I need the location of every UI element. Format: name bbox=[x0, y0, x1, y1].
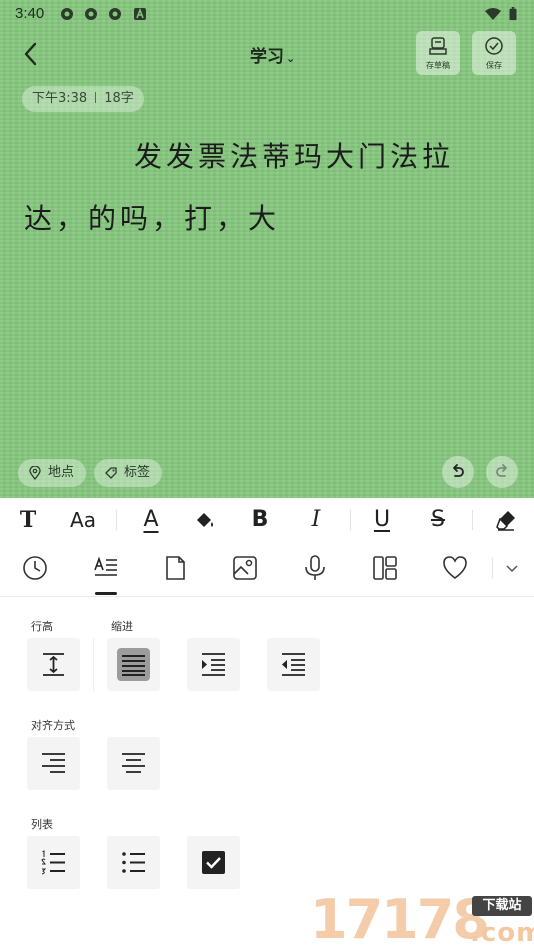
note-content[interactable]: 发发票法蒂玛大门法拉达，的吗，打，大 bbox=[24, 126, 494, 250]
indent-decrease-icon bbox=[282, 653, 305, 676]
bold-button[interactable]: B bbox=[240, 498, 280, 542]
app-notification-icon bbox=[85, 8, 97, 20]
strikethrough-button[interactable]: S bbox=[418, 498, 458, 542]
justify-lines-icon bbox=[122, 655, 145, 676]
numbered-list-icon bbox=[41, 850, 65, 875]
align-center-button[interactable] bbox=[107, 737, 160, 790]
bullet-list-button[interactable] bbox=[107, 836, 160, 889]
watermark-domain: .com bbox=[470, 918, 534, 948]
italic-button[interactable]: I bbox=[296, 498, 336, 542]
fill-color-icon[interactable] bbox=[193, 508, 217, 532]
align-right-button[interactable] bbox=[27, 737, 80, 790]
note-meta-badge: 下午3:38 18字 bbox=[22, 86, 144, 112]
indent-increase-button[interactable] bbox=[187, 638, 240, 691]
text-style-button[interactable]: T bbox=[8, 498, 48, 542]
status-time: 3:40 bbox=[15, 5, 45, 22]
app-notification-icon bbox=[109, 8, 121, 20]
redo-icon bbox=[496, 464, 507, 477]
indent-none-button[interactable] bbox=[107, 638, 160, 691]
clock-icon[interactable] bbox=[21, 554, 49, 582]
tag-chip[interactable]: 标签 bbox=[94, 459, 163, 487]
check-circle-icon bbox=[485, 37, 503, 55]
watermark-badge: 下载站 bbox=[472, 896, 532, 916]
font-color-button[interactable]: A bbox=[131, 498, 171, 542]
save-draft-button[interactable]: 存草稿 bbox=[416, 31, 460, 75]
divider bbox=[492, 558, 493, 578]
font-size-button[interactable]: Aa bbox=[63, 498, 103, 542]
tag-label: 标签 bbox=[124, 465, 151, 480]
underline-button[interactable]: U bbox=[362, 498, 402, 542]
format-toolbar: T Aa A B I U S bbox=[0, 498, 534, 543]
tool-tabs bbox=[0, 542, 534, 597]
alignment-heading: 对齐方式 bbox=[31, 719, 75, 732]
bullet-list-icon bbox=[122, 852, 145, 873]
numbered-list-button[interactable] bbox=[27, 836, 80, 889]
indent-decrease-button[interactable] bbox=[267, 638, 320, 691]
eraser-icon[interactable] bbox=[494, 508, 518, 532]
chevron-down-icon: ⌄ bbox=[286, 52, 296, 65]
undo-icon bbox=[453, 464, 464, 477]
divider bbox=[116, 510, 117, 530]
location-chip[interactable]: 地点 bbox=[18, 459, 87, 487]
heart-icon[interactable] bbox=[441, 554, 469, 582]
title-bar: 学习 ⌄ 存草稿 保存 bbox=[0, 28, 534, 80]
draft-box-icon bbox=[429, 37, 447, 55]
paragraph-format-icon[interactable] bbox=[92, 554, 120, 582]
location-label: 地点 bbox=[48, 465, 75, 480]
status-bar: 3:40 bbox=[0, 0, 534, 28]
note-editor[interactable]: 3:40 学习 ⌄ 存草稿 保存 下午3:38 18字 发发票法蒂玛大门法拉达，的吗… bbox=[0, 0, 534, 498]
page-icon[interactable] bbox=[161, 554, 189, 582]
line-height-icon bbox=[43, 653, 64, 676]
app-a-icon bbox=[134, 7, 146, 20]
save-button[interactable]: 保存 bbox=[472, 31, 516, 75]
notebook-title: 学习 bbox=[250, 47, 284, 67]
battery-icon bbox=[509, 7, 517, 21]
back-arrow-icon[interactable] bbox=[20, 40, 44, 68]
align-right-icon bbox=[42, 753, 65, 773]
active-tab-indicator bbox=[95, 592, 117, 595]
microphone-icon[interactable] bbox=[301, 554, 329, 582]
wifi-icon bbox=[485, 8, 501, 20]
site-watermark: 17178 下载站 .com bbox=[310, 890, 534, 950]
notebook-selector[interactable]: 学习 ⌄ bbox=[250, 42, 295, 67]
line-height-heading: 行高 bbox=[31, 620, 53, 633]
line-height-button[interactable] bbox=[27, 638, 80, 691]
app-notification-icon bbox=[61, 8, 73, 20]
layout-icon[interactable] bbox=[371, 554, 399, 582]
image-icon[interactable] bbox=[231, 554, 259, 582]
indent-heading: 缩进 bbox=[111, 620, 133, 633]
checkbox-icon bbox=[202, 851, 225, 874]
chevron-down-icon[interactable] bbox=[504, 562, 520, 576]
watermark-number: 17178 bbox=[310, 888, 490, 951]
word-count: 18字 bbox=[104, 91, 134, 106]
tag-icon bbox=[105, 467, 117, 479]
meta-divider bbox=[95, 92, 97, 103]
indent-increase-icon bbox=[202, 653, 225, 676]
redo-button[interactable] bbox=[486, 456, 518, 488]
align-center-icon bbox=[122, 753, 145, 773]
save-draft-label: 存草稿 bbox=[426, 61, 450, 70]
divider bbox=[350, 510, 351, 530]
save-label: 保存 bbox=[486, 61, 502, 70]
checklist-button[interactable] bbox=[187, 836, 240, 889]
undo-button[interactable] bbox=[442, 456, 474, 488]
divider bbox=[472, 510, 473, 530]
list-heading: 列表 bbox=[31, 818, 53, 831]
note-time: 下午3:38 bbox=[32, 91, 88, 106]
location-pin-icon bbox=[29, 466, 41, 480]
divider bbox=[93, 638, 94, 691]
